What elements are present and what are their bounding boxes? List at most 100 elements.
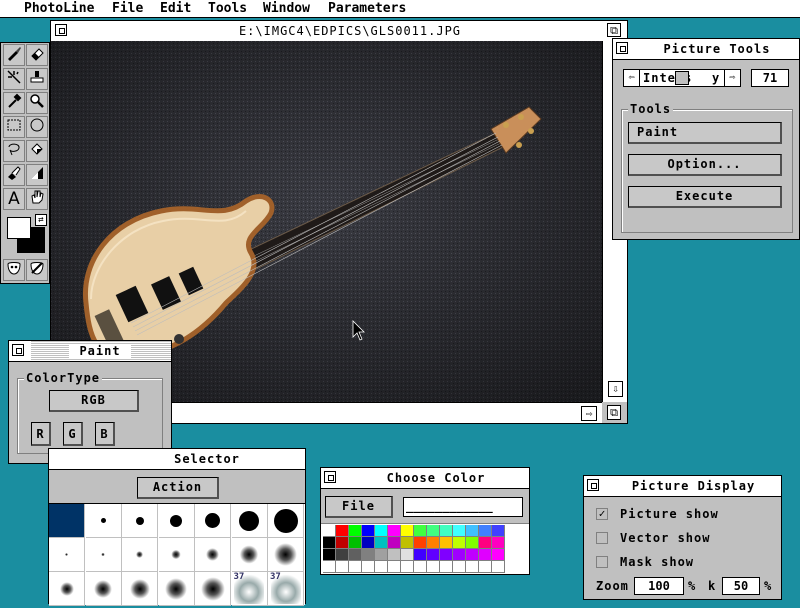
action-button[interactable]: Action bbox=[137, 477, 219, 499]
slider-right-arrow-icon[interactable]: ⇨ bbox=[724, 70, 740, 86]
color-swatch-cell[interactable] bbox=[375, 561, 388, 573]
color-swatch-cell[interactable] bbox=[362, 561, 375, 573]
color-swatch-cell[interactable] bbox=[401, 525, 414, 537]
rgb-mode-button[interactable]: RGB bbox=[49, 390, 139, 412]
foreground-color-swatch[interactable] bbox=[7, 217, 31, 239]
picture-display-titlebar[interactable]: Picture Display bbox=[584, 476, 781, 497]
color-swatch[interactable]: ⇄ bbox=[3, 213, 49, 255]
brush-preset[interactable] bbox=[85, 504, 122, 538]
color-swatch-cell[interactable] bbox=[323, 537, 336, 549]
color-swatch-cell[interactable] bbox=[336, 561, 349, 573]
brush-preset[interactable] bbox=[49, 538, 85, 572]
color-swatch-cell[interactable] bbox=[362, 537, 375, 549]
gradient-icon[interactable] bbox=[26, 164, 48, 186]
color-swatch-cell[interactable] bbox=[479, 525, 492, 537]
maximize-icon[interactable]: ⧉ bbox=[607, 23, 621, 37]
color-swatch-cell[interactable] bbox=[349, 537, 362, 549]
color-swatch-cell[interactable] bbox=[453, 549, 466, 561]
color-swatch-cell[interactable] bbox=[401, 561, 414, 573]
brush-preset[interactable] bbox=[49, 504, 85, 538]
color-swatch-cell[interactable] bbox=[362, 549, 375, 561]
brush-preset[interactable] bbox=[158, 572, 195, 606]
color-swatch-cell[interactable] bbox=[401, 549, 414, 561]
color-swatch-cell[interactable] bbox=[453, 561, 466, 573]
color-swatch-cell[interactable] bbox=[427, 537, 440, 549]
menu-window[interactable]: Window bbox=[263, 1, 310, 16]
picture-tools-titlebar[interactable]: Picture Tools bbox=[613, 39, 799, 60]
menu-parameters[interactable]: Parameters bbox=[328, 1, 406, 16]
color-swatch-cell[interactable] bbox=[440, 561, 453, 573]
mask-show-checkbox[interactable] bbox=[596, 556, 608, 568]
brush-preset[interactable] bbox=[122, 572, 158, 606]
menu-app-photoline[interactable]: PhotoLine bbox=[24, 1, 94, 16]
color-swatch-cell[interactable] bbox=[466, 537, 479, 549]
picture-show-checkbox[interactable]: ✓ bbox=[596, 508, 608, 520]
color-swatch-cell[interactable] bbox=[414, 525, 427, 537]
color-swatch-cell[interactable] bbox=[349, 561, 362, 573]
brush-preset[interactable] bbox=[49, 572, 85, 606]
scroll-down-icon[interactable]: ⇩ bbox=[608, 381, 623, 397]
color-swatch-cell[interactable] bbox=[323, 561, 336, 573]
color-swatch-cell[interactable] bbox=[427, 549, 440, 561]
color-swatch-cell[interactable] bbox=[440, 549, 453, 561]
color-swatch-cell[interactable] bbox=[414, 537, 427, 549]
channel-g-button[interactable]: G bbox=[63, 422, 83, 446]
text-icon[interactable]: A bbox=[3, 188, 25, 210]
color-swatch-cell[interactable] bbox=[479, 537, 492, 549]
brush-preset[interactable] bbox=[268, 538, 304, 572]
color-swatch-cell[interactable] bbox=[466, 525, 479, 537]
choose-color-titlebar[interactable]: Choose Color bbox=[321, 468, 529, 489]
ellipse-select-icon[interactable] bbox=[26, 116, 48, 138]
brush-preset[interactable] bbox=[85, 538, 122, 572]
k-value-field[interactable]: 50 bbox=[722, 577, 760, 595]
file-button[interactable]: File bbox=[325, 496, 393, 518]
lasso-icon[interactable] bbox=[3, 140, 25, 162]
close-icon[interactable] bbox=[324, 471, 336, 483]
color-swatch-cell[interactable] bbox=[466, 549, 479, 561]
brush-preset[interactable] bbox=[158, 538, 195, 572]
color-swatch-cell[interactable] bbox=[375, 525, 388, 537]
brush-preset[interactable] bbox=[195, 572, 231, 606]
eyedropper-icon[interactable] bbox=[3, 92, 25, 114]
brush-preset[interactable] bbox=[158, 504, 195, 538]
vector-show-checkbox[interactable] bbox=[596, 532, 608, 544]
color-swatch-cell[interactable] bbox=[440, 525, 453, 537]
slider-left-arrow-icon[interactable]: ⇦ bbox=[624, 70, 640, 86]
execute-button[interactable]: Execute bbox=[628, 186, 782, 208]
color-swatch-cell[interactable] bbox=[414, 561, 427, 573]
paint-titlebar[interactable]: Paint bbox=[9, 341, 171, 362]
color-swatch-cell[interactable] bbox=[349, 525, 362, 537]
color-swatch-cell[interactable] bbox=[375, 537, 388, 549]
menu-edit[interactable]: Edit bbox=[160, 1, 191, 16]
color-swatch-cell[interactable] bbox=[388, 537, 401, 549]
channel-r-button[interactable]: R bbox=[31, 422, 51, 446]
brush-preset[interactable] bbox=[122, 504, 158, 538]
magnifier-icon[interactable] bbox=[26, 92, 48, 114]
brush-preset[interactable] bbox=[195, 538, 231, 572]
quick-mask-icon[interactable] bbox=[26, 259, 48, 281]
color-swatch-cell[interactable] bbox=[453, 537, 466, 549]
color-swatch-cell[interactable] bbox=[440, 537, 453, 549]
color-swatch-cell[interactable] bbox=[336, 525, 349, 537]
zoom-value-field[interactable]: 100 bbox=[634, 577, 684, 595]
close-icon[interactable] bbox=[587, 479, 599, 491]
color-swatch-cell[interactable] bbox=[388, 525, 401, 537]
color-swatch-cell[interactable] bbox=[349, 549, 362, 561]
color-name-field[interactable]: ____________ bbox=[403, 497, 523, 517]
image-window-titlebar[interactable]: E:\IMGC4\EDPICS\GLS0011.JPG ⧉ bbox=[51, 21, 627, 42]
mask-icon[interactable] bbox=[3, 259, 25, 281]
stamp-icon[interactable] bbox=[26, 68, 48, 90]
bucket-icon[interactable] bbox=[26, 140, 48, 162]
hand-icon[interactable] bbox=[26, 188, 48, 210]
sparkle-icon[interactable] bbox=[3, 68, 25, 90]
color-swatch-cell[interactable] bbox=[479, 549, 492, 561]
color-swatch-cell[interactable] bbox=[362, 525, 375, 537]
option-button[interactable]: Option... bbox=[628, 154, 782, 176]
brush-preset[interactable]: 37 bbox=[231, 572, 268, 606]
brush-preset[interactable] bbox=[122, 538, 158, 572]
color-swatch-cell[interactable] bbox=[453, 525, 466, 537]
intensity-slider[interactable]: ⇦ ⇨ Intens y bbox=[623, 69, 741, 87]
color-swatch-cell[interactable] bbox=[336, 549, 349, 561]
color-swatch-cell[interactable] bbox=[492, 537, 505, 549]
rect-select-icon[interactable] bbox=[3, 116, 25, 138]
